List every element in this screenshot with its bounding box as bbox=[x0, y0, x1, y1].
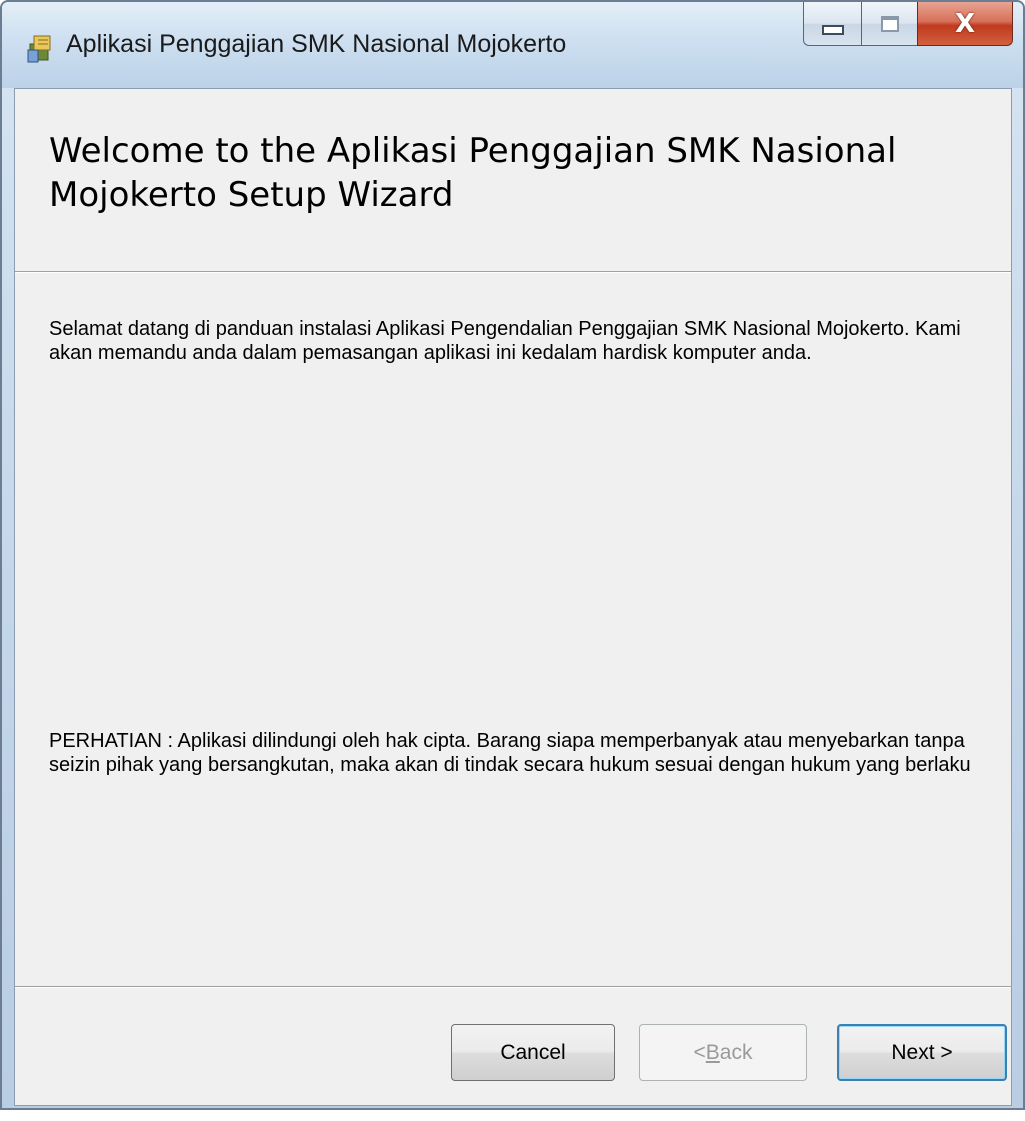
copyright-notice: PERHATIAN : Aplikasi dilindungi oleh hak… bbox=[49, 730, 971, 776]
close-button[interactable]: X bbox=[917, 2, 1013, 46]
close-icon: X bbox=[954, 8, 976, 39]
next-button[interactable]: Next > bbox=[837, 1024, 1007, 1081]
maximize-button[interactable] bbox=[861, 2, 917, 46]
minimize-button[interactable] bbox=[803, 2, 861, 46]
title-bar[interactable]: Aplikasi Penggajian SMK Nasional Mojoker… bbox=[2, 2, 1023, 88]
minimize-icon bbox=[821, 24, 844, 35]
cancel-button[interactable]: Cancel bbox=[451, 1024, 615, 1081]
footer-divider bbox=[15, 986, 1011, 988]
back-button-accelerator: B bbox=[705, 1040, 720, 1064]
caption-buttons: X bbox=[803, 2, 1013, 46]
back-button-prefix: < bbox=[693, 1040, 706, 1064]
back-button-label: ack bbox=[719, 1040, 753, 1064]
wizard-header: Welcome to the Aplikasi Penggajian SMK N… bbox=[15, 89, 1011, 272]
back-button[interactable]: < Back bbox=[639, 1024, 807, 1081]
maximize-icon bbox=[880, 15, 899, 32]
intro-text: Selamat datang di panduan instalasi Apli… bbox=[49, 318, 961, 364]
installer-package-icon bbox=[26, 32, 56, 64]
window-title: Aplikasi Penggajian SMK Nasional Mojoker… bbox=[66, 30, 567, 58]
setup-window: Aplikasi Penggajian SMK Nasional Mojoker… bbox=[0, 0, 1025, 1110]
wizard-dialog: Welcome to the Aplikasi Penggajian SMK N… bbox=[14, 88, 1012, 1106]
wizard-title: Welcome to the Aplikasi Penggajian SMK N… bbox=[49, 131, 897, 215]
